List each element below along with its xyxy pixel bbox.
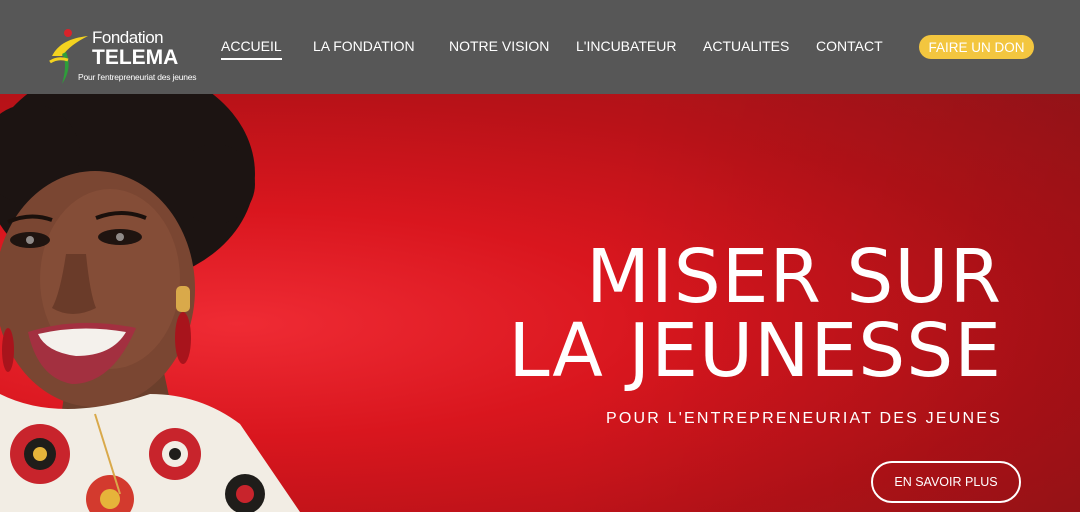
nav-item-actualites[interactable]: ACTUALITES [703, 38, 789, 54]
logo[interactable]: Fondation TELEMA Pour l'entrepreneuriat … [48, 26, 197, 88]
nav-item-la-fondation[interactable]: LA FONDATION [313, 38, 415, 54]
nav-item-contact[interactable]: CONTACT [816, 38, 883, 54]
hero-portrait-image [0, 94, 300, 512]
hero-subtitle: POUR L'ENTREPRENEURIAT DES JEUNES [605, 410, 1002, 427]
site-header: Fondation TELEMA Pour l'entrepreneuriat … [0, 0, 1080, 94]
nav-item-notre-vision[interactable]: NOTRE VISION [449, 38, 549, 54]
logo-tagline: Pour l'entrepreneuriat des jeunes [78, 72, 197, 82]
nav-item-accueil[interactable]: ACCUEIL [221, 38, 282, 60]
logo-name-line1: Fondation [92, 28, 164, 47]
nav-item-incubateur[interactable]: L'INCUBATEUR [576, 38, 676, 54]
hero-title: MISER SUR LA JEUNESSE [508, 240, 1002, 388]
hero-title-line2: LA JEUNESSE [508, 308, 1002, 394]
donate-button[interactable]: FAIRE UN DON [919, 35, 1034, 59]
hero-banner: MISER SUR LA JEUNESSE POUR L'ENTREPRENEU… [0, 94, 1080, 512]
learn-more-button[interactable]: EN SAVOIR PLUS [871, 461, 1021, 503]
hero-title-line1: MISER SUR [586, 234, 1002, 320]
logo-name-line2: TELEMA [92, 46, 179, 69]
